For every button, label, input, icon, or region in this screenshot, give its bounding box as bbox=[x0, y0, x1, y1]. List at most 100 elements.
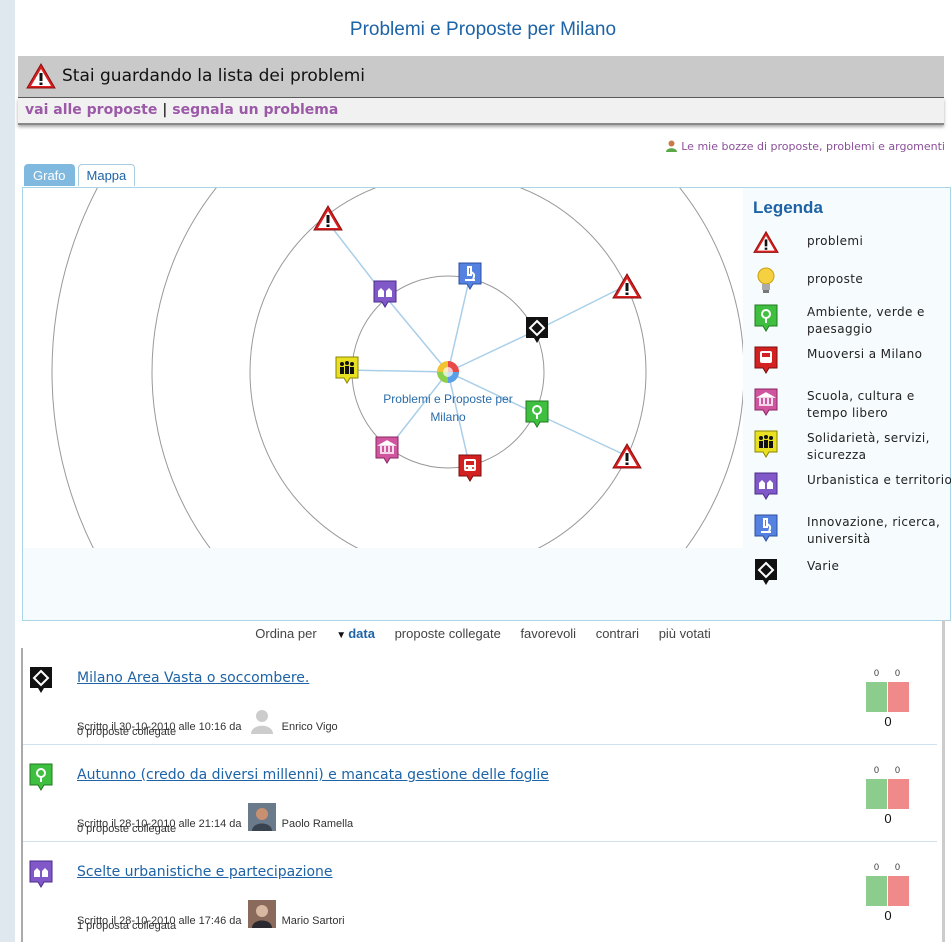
linked-proposals: 1 proposta collegata bbox=[77, 920, 177, 932]
sort-label: Ordina per bbox=[255, 626, 317, 641]
avatar[interactable] bbox=[247, 803, 276, 831]
diamond-icon[interactable] bbox=[525, 316, 549, 344]
vote-widget: 0 0 0 bbox=[865, 862, 911, 923]
list-item: Scelte urbanistiche e partecipazione Scr… bbox=[23, 842, 937, 938]
vote-total: 0 bbox=[884, 908, 892, 923]
microscope-icon bbox=[754, 514, 778, 542]
view-tabs: Grafo Mappa bbox=[24, 164, 138, 187]
hub-label-line-2: Milano bbox=[430, 410, 466, 424]
votes-against-count: 0 bbox=[895, 862, 901, 872]
tab-mappa[interactable]: Mappa bbox=[77, 164, 136, 186]
link-separator: | bbox=[162, 102, 168, 118]
votes-against-count: 0 bbox=[895, 765, 901, 775]
avatar[interactable] bbox=[247, 900, 276, 928]
environment-icon bbox=[29, 763, 53, 791]
list-banner: Stai guardando la lista dei problemi vai… bbox=[18, 56, 944, 125]
vote-for-button[interactable] bbox=[866, 682, 887, 712]
avatar[interactable] bbox=[248, 706, 276, 734]
houses-icon bbox=[754, 472, 778, 500]
author-name[interactable]: Mario Sartori bbox=[282, 915, 345, 927]
sort-option-against[interactable]: contrari bbox=[596, 626, 639, 641]
graph-canvas bbox=[51, 188, 743, 548]
legend-item-urban: Urbanistica e territorio bbox=[753, 472, 951, 514]
vote-total: 0 bbox=[884, 714, 892, 729]
hub-label[interactable]: Problemi e Proposte per Milano bbox=[368, 390, 528, 426]
vote-widget: 0 0 0 bbox=[865, 668, 911, 729]
my-drafts-label: Le mie bozze di proposte, problemi e arg… bbox=[681, 140, 945, 153]
houses-icon bbox=[29, 860, 53, 888]
graph-edges bbox=[322, 215, 630, 469]
graph-panel: Problemi e Proposte per Milano Legenda p… bbox=[22, 187, 951, 621]
diamond-icon bbox=[755, 559, 777, 585]
vote-against-button[interactable] bbox=[888, 779, 909, 809]
problem-node-icon[interactable] bbox=[612, 442, 642, 470]
list-item: Milano Area Vasta o soccombere. Scritto … bbox=[23, 648, 937, 745]
vote-total: 0 bbox=[884, 811, 892, 826]
sort-option-favorable[interactable]: favorevoli bbox=[520, 626, 576, 641]
votes-for-count: 0 bbox=[874, 862, 880, 872]
sort-option-data[interactable]: ▼ data bbox=[336, 626, 375, 641]
legend-item-environment: Ambiente, verde e paesaggio bbox=[753, 304, 951, 346]
legend: Legenda problemi proposte Ambiente, verd… bbox=[753, 198, 951, 588]
banner-message: Stai guardando la lista dei problemi bbox=[62, 66, 366, 86]
diamond-icon bbox=[30, 667, 52, 693]
problem-list: Milano Area Vasta o soccombere. Scritto … bbox=[21, 648, 947, 942]
proposals-link[interactable]: vai alle proposte bbox=[25, 102, 157, 118]
legend-item-misc: Varie bbox=[753, 558, 951, 588]
warning-icon bbox=[753, 230, 779, 253]
author-name[interactable]: Enrico Vigo bbox=[282, 721, 338, 733]
problem-node-icon[interactable] bbox=[313, 204, 343, 232]
houses-icon[interactable] bbox=[373, 280, 397, 308]
problem-title-link[interactable]: Scelte urbanistiche e partecipazione bbox=[77, 864, 333, 880]
legend-item-proposals: proposte bbox=[753, 266, 951, 304]
author-name[interactable]: Paolo Ramella bbox=[282, 818, 354, 830]
caret-down-icon: ▼ bbox=[336, 630, 347, 641]
tab-grafo[interactable]: Grafo bbox=[24, 164, 75, 186]
graph-rings bbox=[51, 188, 743, 548]
legend-title: Legenda bbox=[753, 198, 823, 217]
sort-option-linked[interactable]: proposte collegate bbox=[395, 626, 501, 641]
microscope-icon[interactable] bbox=[458, 262, 482, 290]
list-item: Autunno (credo da diversi millenni) e ma… bbox=[23, 745, 937, 842]
museum-icon[interactable] bbox=[375, 436, 399, 464]
user-icon bbox=[666, 140, 678, 152]
vote-against-button[interactable] bbox=[888, 876, 909, 906]
vote-widget: 0 0 0 bbox=[865, 765, 911, 826]
sort-bar: Ordina per ▼ data proposte collegate favo… bbox=[15, 626, 951, 641]
report-problem-link[interactable]: segnala un problema bbox=[172, 102, 338, 118]
my-drafts-link[interactable]: Le mie bozze di proposte, problemi e arg… bbox=[665, 140, 945, 153]
museum-icon bbox=[754, 388, 778, 416]
sort-option-most-voted[interactable]: più votati bbox=[659, 626, 711, 641]
votes-for-count: 0 bbox=[874, 668, 880, 678]
people-icon[interactable] bbox=[335, 356, 359, 384]
graph-area[interactable]: Problemi e Proposte per Milano bbox=[23, 188, 743, 548]
environment-icon bbox=[754, 304, 778, 332]
votes-against-count: 0 bbox=[895, 668, 901, 678]
problem-title-link[interactable]: Autunno (credo da diversi millenni) e ma… bbox=[77, 767, 549, 783]
vote-for-button[interactable] bbox=[866, 779, 887, 809]
linked-proposals: 0 proposte collegate bbox=[77, 726, 177, 738]
vote-against-button[interactable] bbox=[888, 682, 909, 712]
people-icon bbox=[754, 430, 778, 458]
environment-icon[interactable] bbox=[525, 400, 549, 428]
bus-icon[interactable] bbox=[458, 454, 482, 482]
vote-for-button[interactable] bbox=[866, 876, 887, 906]
legend-item-innovation: Innovazione, ricerca, università bbox=[753, 514, 951, 558]
votes-for-count: 0 bbox=[874, 765, 880, 775]
legend-item-culture: Scuola, cultura e tempo libero bbox=[753, 388, 951, 430]
banner-header: Stai guardando la lista dei problemi bbox=[18, 56, 944, 98]
hub-label-line-1: Problemi e Proposte per bbox=[383, 392, 513, 406]
legend-item-problems: problemi bbox=[753, 228, 951, 266]
banner-links: vai alle proposte | segnala un problema bbox=[18, 98, 944, 125]
legend-item-mobility: Muoversi a Milano bbox=[753, 346, 951, 388]
bulb-icon bbox=[757, 267, 775, 293]
bus-icon bbox=[754, 346, 778, 374]
page: Problemi e Proposte per Milano Stai guar… bbox=[15, 0, 951, 942]
problem-node-icon[interactable] bbox=[612, 272, 642, 300]
legend-item-solidarity: Solidarietà, servizi, sicurezza bbox=[753, 430, 951, 472]
warning-icon bbox=[26, 63, 56, 89]
linked-proposals: 0 proposte collegate bbox=[77, 823, 177, 835]
site-title: Problemi e Proposte per Milano bbox=[349, 19, 617, 40]
hub-node-icon[interactable] bbox=[436, 360, 460, 384]
problem-title-link[interactable]: Milano Area Vasta o soccombere. bbox=[77, 670, 309, 686]
